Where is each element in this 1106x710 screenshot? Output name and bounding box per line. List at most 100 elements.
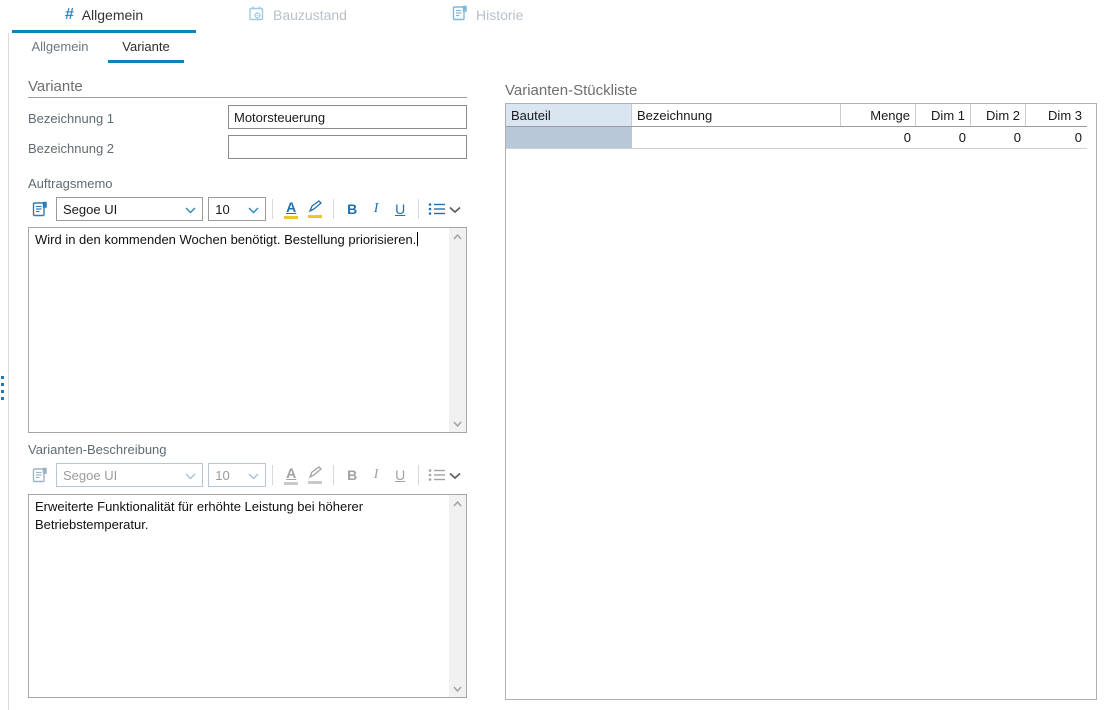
underline-button[interactable]: U xyxy=(391,198,409,220)
bezeichnung1-label: Bezeichnung 1 xyxy=(28,111,114,126)
tab-bauzustand[interactable]: Bauzustand xyxy=(248,0,358,30)
bold-button[interactable]: B xyxy=(343,464,361,486)
bullet-list-button[interactable] xyxy=(428,198,446,220)
chevron-down-icon xyxy=(185,473,196,480)
tab-label: Historie xyxy=(476,7,523,23)
subtab-label: Variante xyxy=(122,39,169,54)
italic-label: I xyxy=(374,468,379,482)
chevron-down-icon xyxy=(248,207,259,214)
chevron-down-icon xyxy=(248,473,259,480)
splitter-drag-handle[interactable] xyxy=(0,376,8,406)
cell-bezeichnung[interactable] xyxy=(632,127,841,148)
application-window: # Allgemein Bauzustand xyxy=(0,0,1106,710)
tab-allgemein-main[interactable]: # Allgemein xyxy=(12,0,196,30)
column-header-dim1[interactable]: Dim 1 xyxy=(916,104,971,126)
cell-dim1[interactable]: 0 xyxy=(916,127,971,148)
font-color-button[interactable]: A xyxy=(282,198,300,220)
stueckliste-grid: Bauteil Bezeichnung Menge Dim 1 Dim 2 Di… xyxy=(506,104,1087,149)
font-size-select[interactable]: 10 xyxy=(208,197,266,221)
table-row[interactable]: 0 0 0 0 xyxy=(506,127,1087,149)
grid-header-row: Bauteil Bezeichnung Menge Dim 1 Dim 2 Di… xyxy=(506,104,1087,127)
font-family-select[interactable]: Segoe UI xyxy=(56,197,203,221)
italic-button[interactable]: I xyxy=(367,464,385,486)
auftragsmemo-label: Auftragsmemo xyxy=(28,176,113,191)
beschreibung-textarea[interactable]: Erweiterte Funktionalität für erhöhte Le… xyxy=(28,494,467,698)
highlight-bar xyxy=(308,481,322,484)
chevron-down-icon xyxy=(185,207,196,214)
toolbar-more-button[interactable] xyxy=(449,202,461,217)
subtab-allgemein[interactable]: Allgemein xyxy=(12,33,108,60)
tab-historie[interactable]: Historie xyxy=(452,0,542,30)
cell-dim3[interactable]: 0 xyxy=(1026,127,1087,148)
beschreibung-text[interactable]: Erweiterte Funktionalität für erhöhte Le… xyxy=(29,495,449,697)
toolbar-separator xyxy=(333,465,334,485)
scroll-down-icon[interactable] xyxy=(449,415,466,432)
column-header-dim3[interactable]: Dim 3 xyxy=(1026,104,1087,126)
scroll-up-icon[interactable] xyxy=(449,495,466,512)
bold-button[interactable]: B xyxy=(343,198,361,220)
font-size-value: 10 xyxy=(215,202,229,217)
memo-icon xyxy=(32,201,48,218)
pencil-icon xyxy=(308,466,323,479)
font-color-button[interactable]: A xyxy=(282,464,300,486)
memo-scrollbar[interactable] xyxy=(449,228,466,432)
bold-label: B xyxy=(347,468,357,482)
font-family-value: Segoe UI xyxy=(63,468,117,483)
toolbar-separator xyxy=(418,199,419,219)
variante-heading: Variante xyxy=(28,78,83,95)
toolbar-separator xyxy=(333,199,334,219)
chevron-down-icon xyxy=(449,206,461,214)
heading-rule xyxy=(28,97,467,98)
italic-label: I xyxy=(374,202,379,216)
highlight-button[interactable] xyxy=(306,464,324,486)
cell-dim2[interactable]: 0 xyxy=(971,127,1026,148)
pencil-icon xyxy=(308,200,323,213)
underline-label: U xyxy=(395,202,405,216)
panel-divider xyxy=(8,33,9,710)
bezeichnung2-input[interactable] xyxy=(228,135,467,159)
underline-button[interactable]: U xyxy=(391,464,409,486)
column-header-dim2[interactable]: Dim 2 xyxy=(971,104,1026,126)
color-bar xyxy=(284,216,298,219)
font-size-select[interactable]: 10 xyxy=(208,463,266,487)
memo-editor-toolbar: Segoe UI 10 A B I U xyxy=(28,196,467,222)
font-family-select[interactable]: Segoe UI xyxy=(56,463,203,487)
column-header-bezeichnung[interactable]: Bezeichnung xyxy=(632,104,841,126)
toolbar-separator xyxy=(418,465,419,485)
bezeichnung2-label: Bezeichnung 2 xyxy=(28,141,114,156)
highlight-bar xyxy=(308,215,322,218)
italic-button[interactable]: I xyxy=(367,198,385,220)
bullet-list-icon xyxy=(428,202,446,216)
highlight-button[interactable] xyxy=(306,198,324,220)
toolbar-more-button[interactable] xyxy=(449,468,461,483)
cell-menge[interactable]: 0 xyxy=(841,127,916,148)
subtab-variante[interactable]: Variante xyxy=(108,33,184,60)
memo-icon xyxy=(32,467,48,484)
toolbar-separator xyxy=(272,465,273,485)
bezeichnung1-input[interactable] xyxy=(228,105,467,129)
underline-label: U xyxy=(395,468,405,482)
active-subtab-underline xyxy=(108,60,184,63)
toolbar-separator xyxy=(272,199,273,219)
tab-label: Bauzustand xyxy=(273,7,347,23)
chevron-down-icon xyxy=(449,472,461,480)
hash-icon: # xyxy=(65,6,74,24)
column-header-bauteil[interactable]: Bauteil xyxy=(506,104,632,126)
color-bar xyxy=(284,482,298,485)
scroll-down-icon[interactable] xyxy=(449,680,466,697)
column-header-menge[interactable]: Menge xyxy=(841,104,916,126)
tab-label: Allgemein xyxy=(82,7,143,23)
calendar-gear-icon xyxy=(248,5,265,25)
font-family-value: Segoe UI xyxy=(63,202,117,217)
auftragsmemo-textarea[interactable]: Wird in den kommenden Wochen benötigt. B… xyxy=(28,227,467,433)
memo-text[interactable]: Wird in den kommenden Wochen benötigt. B… xyxy=(29,228,449,432)
font-color-label: A xyxy=(286,200,296,214)
bullet-list-button[interactable] xyxy=(428,464,446,486)
cell-bauteil[interactable] xyxy=(506,127,632,148)
description-editor-toolbar: Segoe UI 10 A B I U xyxy=(28,462,467,488)
scroll-up-icon[interactable] xyxy=(449,228,466,245)
font-size-value: 10 xyxy=(215,468,229,483)
beschreibung-scrollbar[interactable] xyxy=(449,495,466,697)
stueckliste-panel: Bauteil Bezeichnung Menge Dim 1 Dim 2 Di… xyxy=(505,103,1097,700)
font-color-label: A xyxy=(286,466,296,480)
